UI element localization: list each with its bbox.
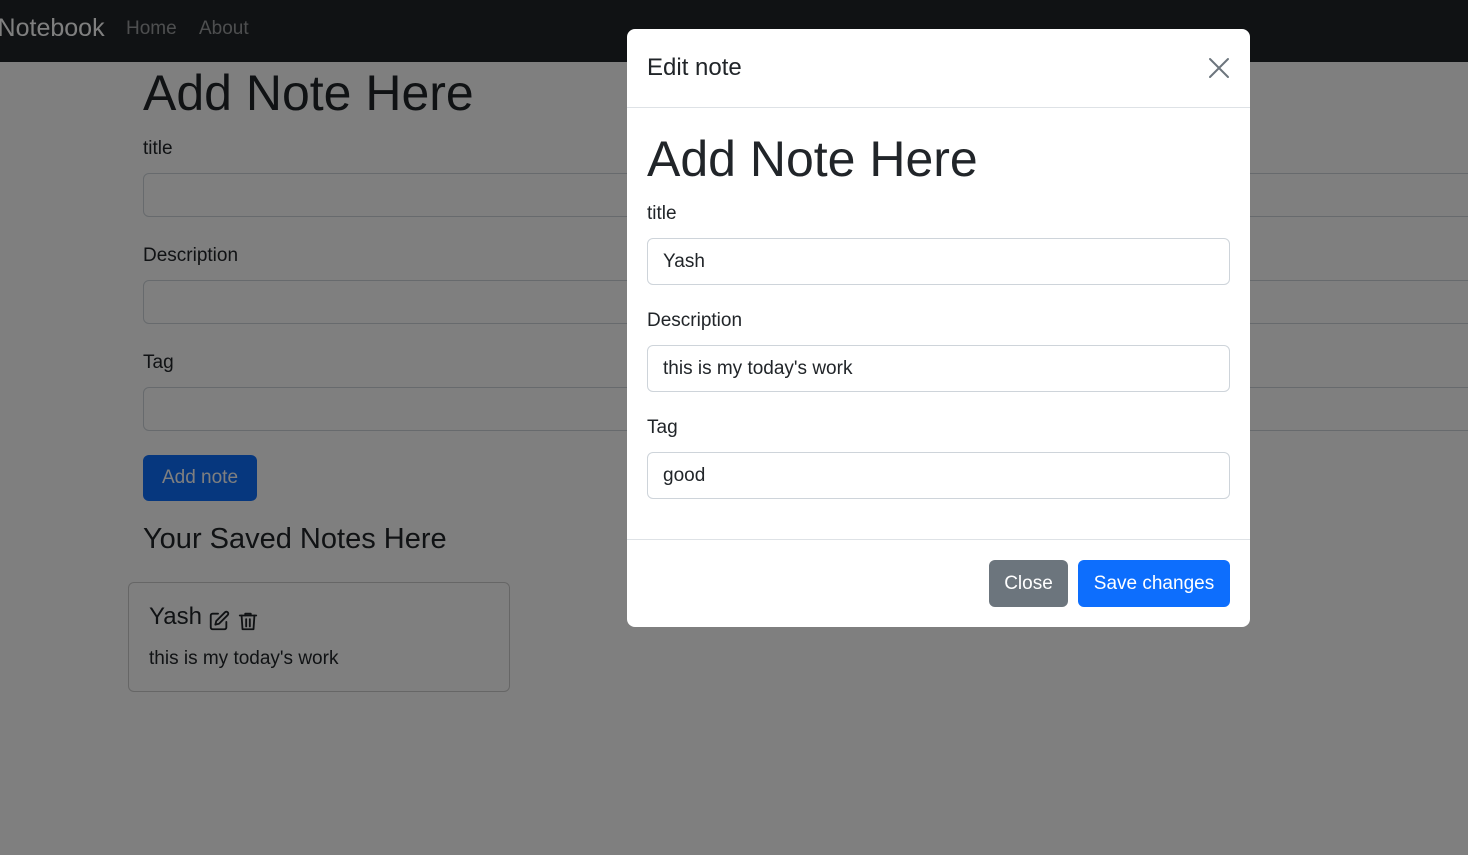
modal-header-divider	[627, 107, 1250, 108]
close-icon[interactable]	[1207, 56, 1231, 80]
edit-note-modal: Edit note Add Note Here title Descriptio…	[627, 29, 1250, 627]
save-changes-button[interactable]: Save changes	[1078, 560, 1230, 607]
modal-title-input[interactable]	[647, 238, 1230, 285]
modal-tag-label: Tag	[647, 417, 678, 438]
modal-tag-input[interactable]	[647, 452, 1230, 499]
modal-title: Edit note	[647, 54, 742, 81]
modal-heading: Add Note Here	[647, 131, 978, 187]
modal-footer-divider	[627, 539, 1250, 540]
close-button[interactable]: Close	[989, 560, 1068, 607]
modal-title-label: title	[647, 203, 677, 224]
modal-description-label: Description	[647, 310, 743, 331]
modal-description-input[interactable]	[647, 345, 1230, 392]
